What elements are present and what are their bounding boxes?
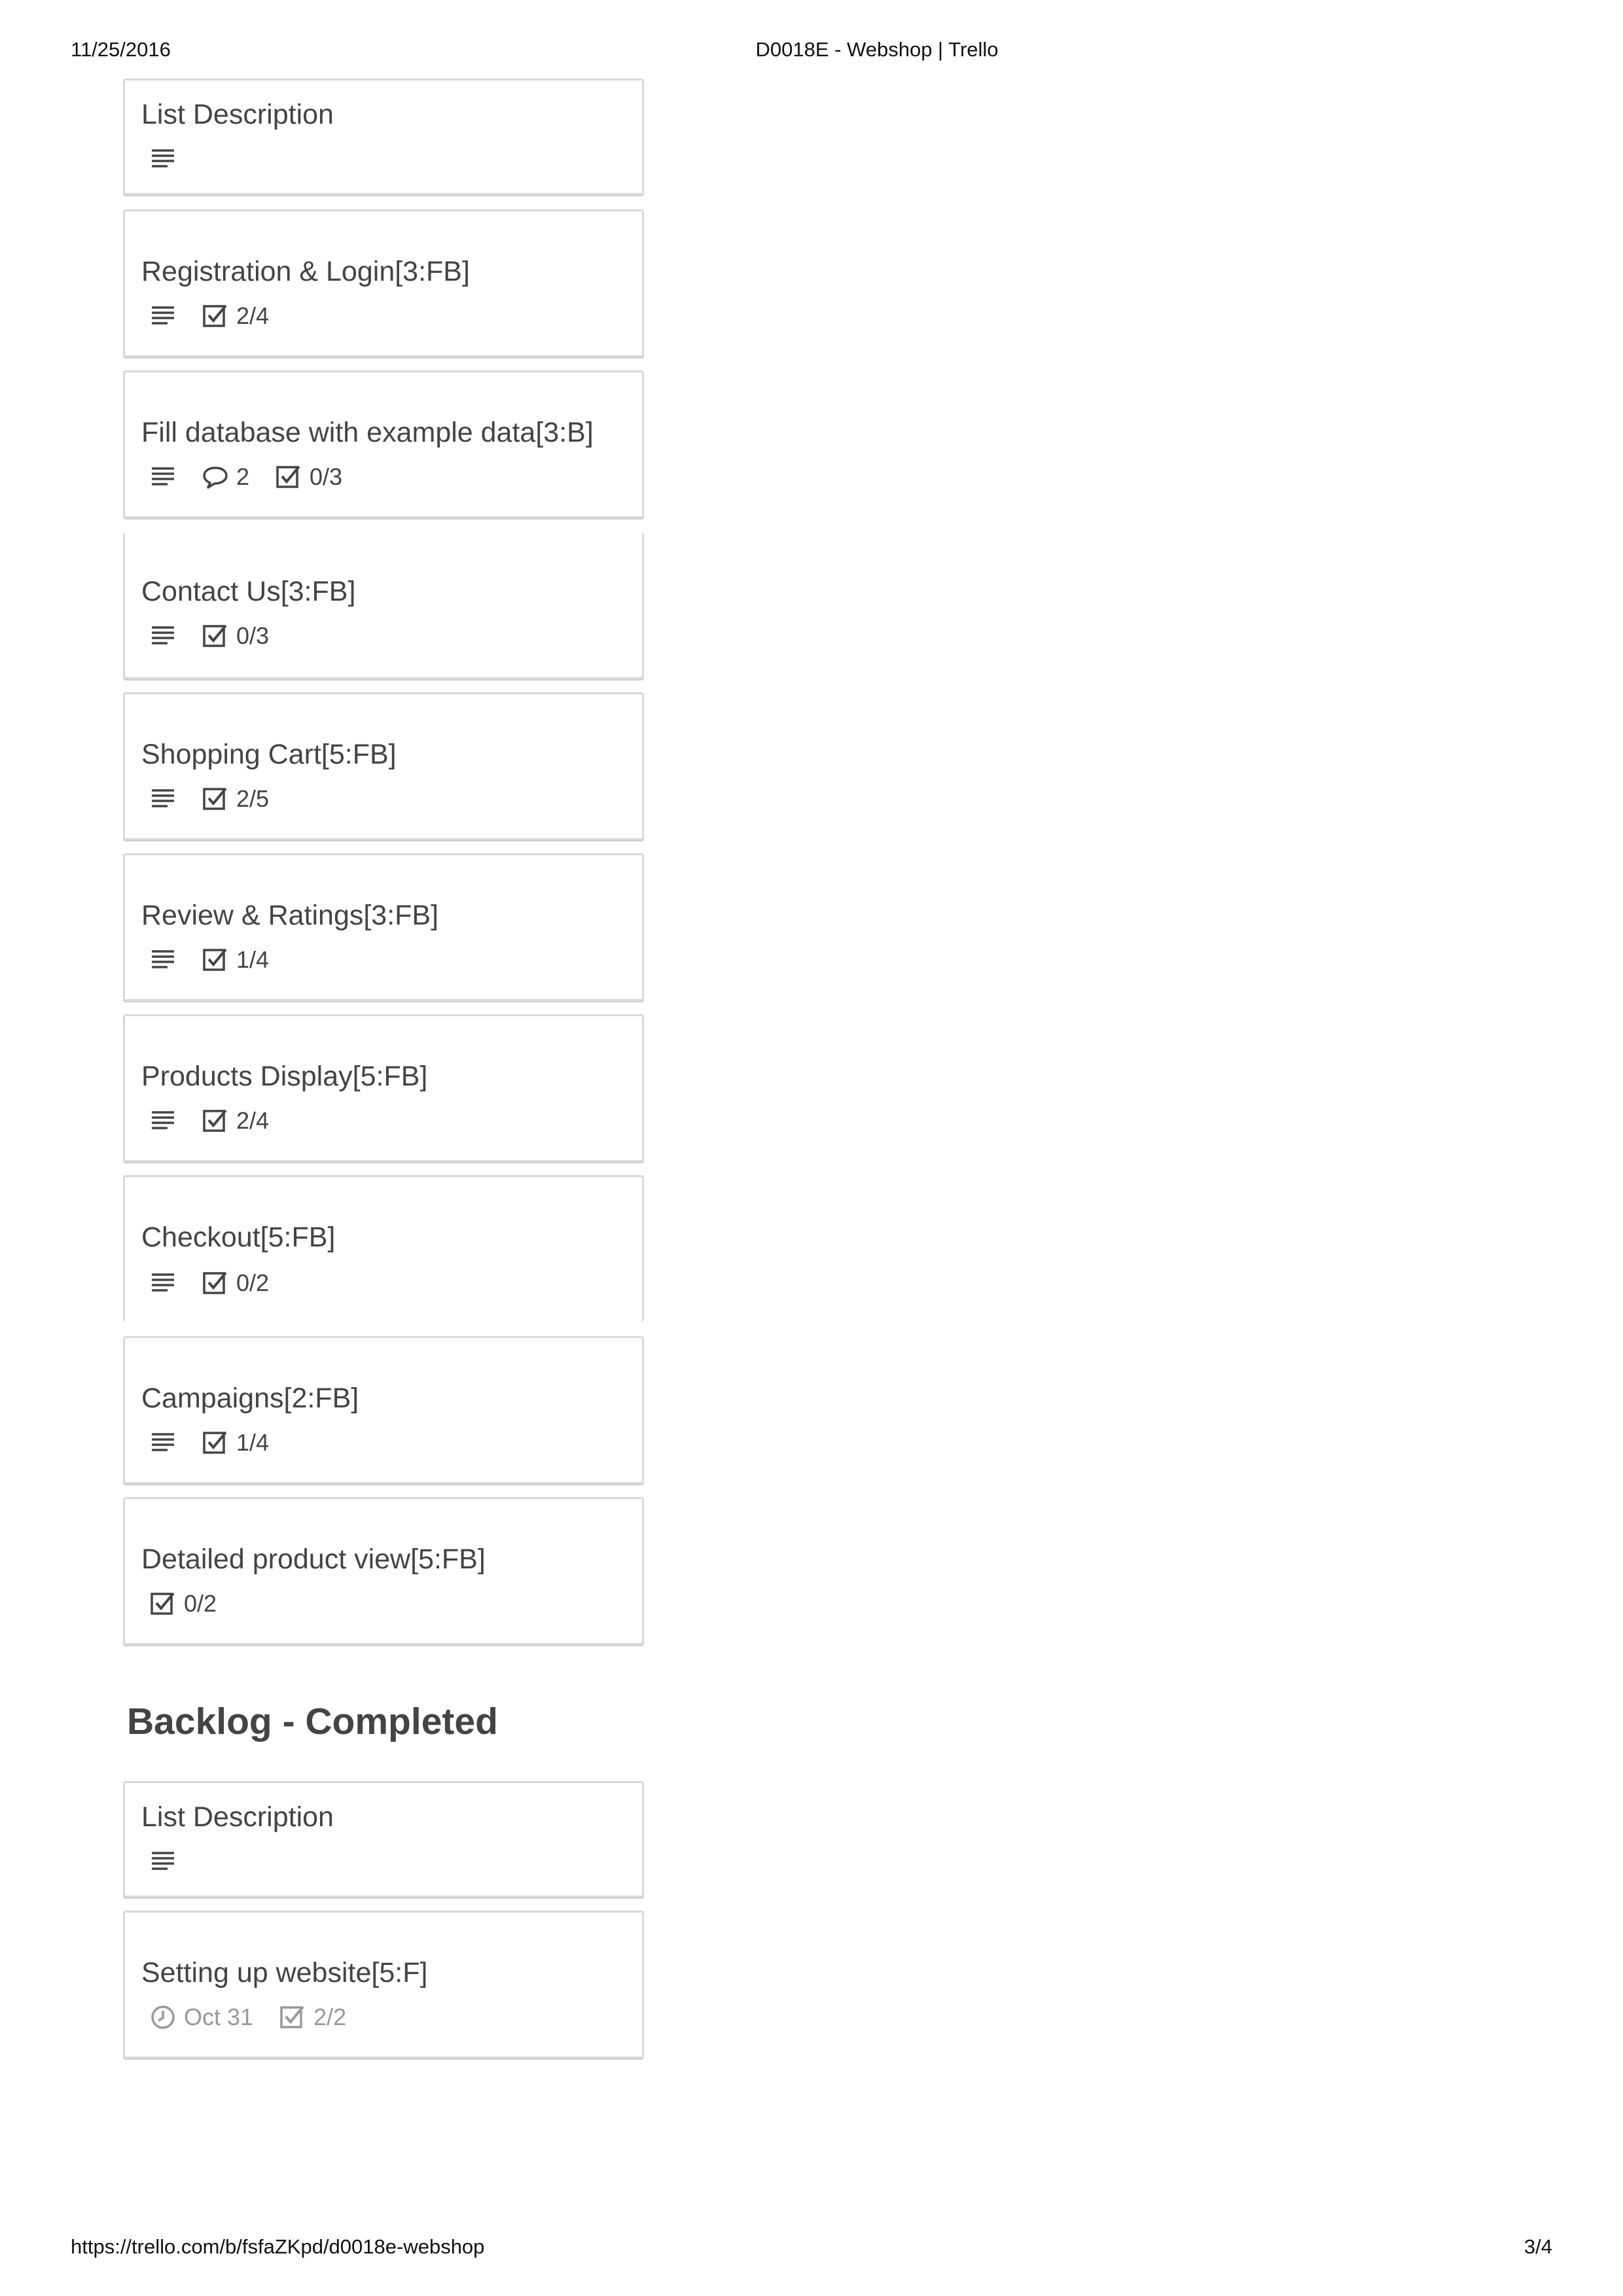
card-title: Registration & Login[3:FB]	[141, 256, 470, 287]
description-lines-icon	[150, 1270, 176, 1296]
description-lines-icon	[150, 1108, 176, 1134]
card-setting-up-website[interactable]: Setting up website[5:F] Oct 31 2/2	[123, 1911, 644, 2058]
list-heading-backlog-completed: Backlog - Completed	[127, 1701, 498, 1742]
checklist-badge: 0/3	[202, 622, 269, 650]
card-products-display[interactable]: Products Display[5:FB] 2/4	[123, 1014, 644, 1162]
checklist-count: 2/4	[236, 302, 270, 329]
description-lines-icon	[150, 1848, 176, 1875]
description-lines-icon	[150, 303, 176, 329]
checkbox-checked-icon	[202, 1430, 228, 1456]
checklist-badge: 1/4	[202, 946, 269, 974]
checklist-count: 1/4	[236, 1429, 270, 1456]
description-badge	[150, 786, 176, 812]
checkbox-checked-icon	[150, 1591, 176, 1617]
card-registration-login[interactable]: Registration & Login[3:FB] 2/4	[123, 209, 644, 357]
card-review-ratings[interactable]: Review & Ratings[3:FB] 1/4	[123, 853, 644, 1001]
card-title: Fill database with example data[3:B]	[141, 417, 594, 448]
description-badge	[150, 146, 176, 172]
print-footer: https://trello.com/b/fsfaZKpd/d0018e-web…	[0, 2235, 1623, 2268]
description-badge	[150, 1430, 176, 1456]
checklist-count: 1/4	[236, 946, 270, 973]
description-badge	[150, 303, 176, 329]
card-fill-database[interactable]: Fill database with example data[3:B] 2 0…	[123, 370, 644, 518]
clock-icon	[150, 2004, 176, 2030]
checkbox-checked-icon	[202, 623, 228, 649]
description-lines-icon	[150, 623, 176, 649]
card-title: Shopping Cart[5:FB]	[141, 739, 397, 770]
checklist-count: 2/2	[313, 2004, 347, 2030]
description-lines-icon	[150, 947, 176, 973]
page-number: 3/4	[1524, 2235, 1552, 2258]
checklist-count: 0/3	[236, 622, 270, 649]
card-title: Setting up website[5:F]	[141, 1957, 428, 1988]
checklist-badge: 0/3	[276, 463, 342, 491]
card-title: Contact Us[3:FB]	[141, 576, 356, 607]
due-date-badge: Oct 31	[150, 2004, 253, 2031]
checkbox-checked-icon	[202, 1270, 228, 1296]
checklist-badge: 2/4	[202, 1107, 269, 1135]
card-title: List Description	[141, 1801, 334, 1833]
checkbox-checked-icon	[202, 303, 228, 329]
comments-badge: 2	[202, 463, 249, 491]
description-badge	[150, 1108, 176, 1134]
card-checkout[interactable]: Checkout[5:FB] 0/2	[123, 1175, 644, 1322]
comments-count: 2	[236, 463, 250, 490]
card-title: List Description	[141, 99, 334, 130]
print-page-title: D0018E - Webshop | Trello	[755, 38, 999, 61]
checkbox-checked-icon	[279, 2004, 306, 2030]
checklist-badge: 2/2	[279, 2004, 346, 2031]
description-lines-icon	[150, 786, 176, 812]
checkbox-checked-icon	[202, 947, 228, 973]
card-title: Review & Ratings[3:FB]	[141, 900, 439, 931]
card-contact-us[interactable]: Contact Us[3:FB] 0/3	[123, 533, 644, 679]
checklist-count: 0/3	[310, 463, 343, 490]
checklist-count: 2/4	[236, 1107, 270, 1134]
card-title: Detailed product view[5:FB]	[141, 1544, 486, 1575]
description-badge	[150, 1848, 176, 1875]
card-title: Campaigns[2:FB]	[141, 1383, 359, 1414]
print-header: 11/25/2016 D0018E - Webshop | Trello	[0, 38, 1623, 71]
description-lines-icon	[150, 1430, 176, 1456]
card-title: Checkout[5:FB]	[141, 1222, 336, 1253]
description-lines-icon	[150, 146, 176, 172]
checklist-badge: 0/2	[150, 1590, 217, 1617]
checkbox-checked-icon	[276, 464, 302, 490]
card-shopping-cart[interactable]: Shopping Cart[5:FB] 2/5	[123, 692, 644, 840]
description-badge	[150, 464, 176, 490]
card-campaigns[interactable]: Campaigns[2:FB] 1/4	[123, 1336, 644, 1484]
card-detailed-product-view[interactable]: Detailed product view[5:FB] 0/2	[123, 1497, 644, 1645]
speech-bubble-icon	[202, 464, 228, 490]
description-badge	[150, 1270, 176, 1296]
checklist-badge: 1/4	[202, 1429, 269, 1457]
checklist-badge: 2/5	[202, 785, 269, 813]
card-list-description[interactable]: List Description	[123, 79, 644, 195]
checklist-count: 0/2	[236, 1269, 270, 1296]
description-badge	[150, 623, 176, 649]
card-list-description[interactable]: List Description	[123, 1781, 644, 1898]
checklist-count: 0/2	[184, 1590, 217, 1617]
checkbox-checked-icon	[202, 1108, 228, 1134]
card-title: Products Display[5:FB]	[141, 1061, 428, 1092]
checkbox-checked-icon	[202, 786, 228, 812]
description-lines-icon	[150, 464, 176, 490]
description-badge	[150, 947, 176, 973]
checklist-count: 2/5	[236, 785, 270, 812]
due-date: Oct 31	[184, 2004, 254, 2030]
checklist-badge: 2/4	[202, 302, 269, 330]
checklist-badge: 0/2	[202, 1269, 269, 1297]
page-url: https://trello.com/b/fsfaZKpd/d0018e-web…	[71, 2235, 485, 2258]
